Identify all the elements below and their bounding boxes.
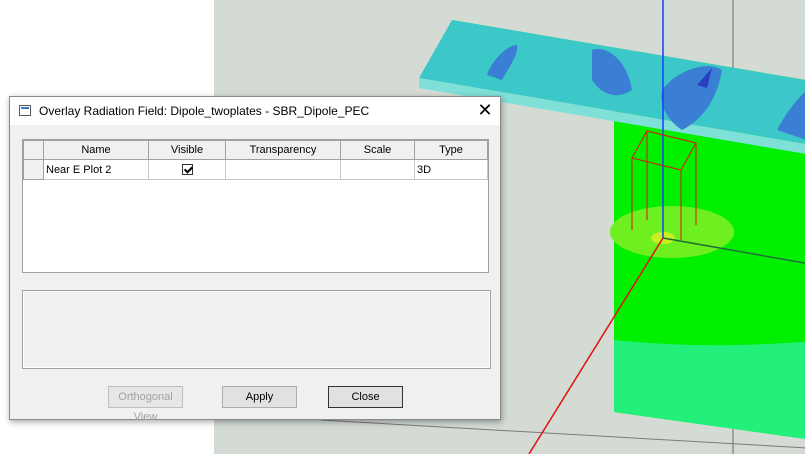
- field-overlay-grid[interactable]: Name Visible Transparency Scale Type Nea…: [22, 139, 489, 273]
- close-icon[interactable]: ✕: [470, 97, 500, 125]
- column-header-type[interactable]: Type: [414, 140, 488, 160]
- column-header-transparency[interactable]: Transparency: [225, 140, 341, 160]
- column-header-scale[interactable]: Scale: [340, 140, 415, 160]
- window-icon: [19, 105, 31, 116]
- grid-header-row: Name Visible Transparency Scale Type: [23, 140, 488, 160]
- row-header[interactable]: [23, 159, 44, 180]
- cell-transparency[interactable]: [225, 159, 341, 180]
- dialog-title: Overlay Radiation Field: Dipole_twoplate…: [39, 104, 370, 118]
- row-header-corner[interactable]: [23, 140, 44, 160]
- table-row[interactable]: Near E Plot 2 3D: [23, 159, 488, 180]
- cell-visible[interactable]: [148, 159, 226, 180]
- column-header-visible[interactable]: Visible: [148, 140, 226, 160]
- dialog-titlebar[interactable]: Overlay Radiation Field: Dipole_twoplate…: [10, 97, 500, 125]
- close-button[interactable]: Close: [328, 386, 403, 408]
- visible-checkbox[interactable]: [181, 164, 193, 176]
- field-hotspot-outer: [610, 206, 734, 258]
- cell-scale[interactable]: [340, 159, 415, 180]
- column-header-name[interactable]: Name: [43, 140, 149, 160]
- cell-type[interactable]: 3D: [414, 159, 488, 180]
- field-region-lower: [614, 340, 805, 439]
- apply-button[interactable]: Apply: [222, 386, 297, 408]
- orthogonal-view-button[interactable]: Orthogonal View: [108, 386, 183, 423]
- overlay-radiation-field-dialog[interactable]: Overlay Radiation Field: Dipole_twoplate…: [9, 96, 501, 423]
- properties-panel: [22, 290, 491, 369]
- cell-name[interactable]: Near E Plot 2: [43, 159, 149, 180]
